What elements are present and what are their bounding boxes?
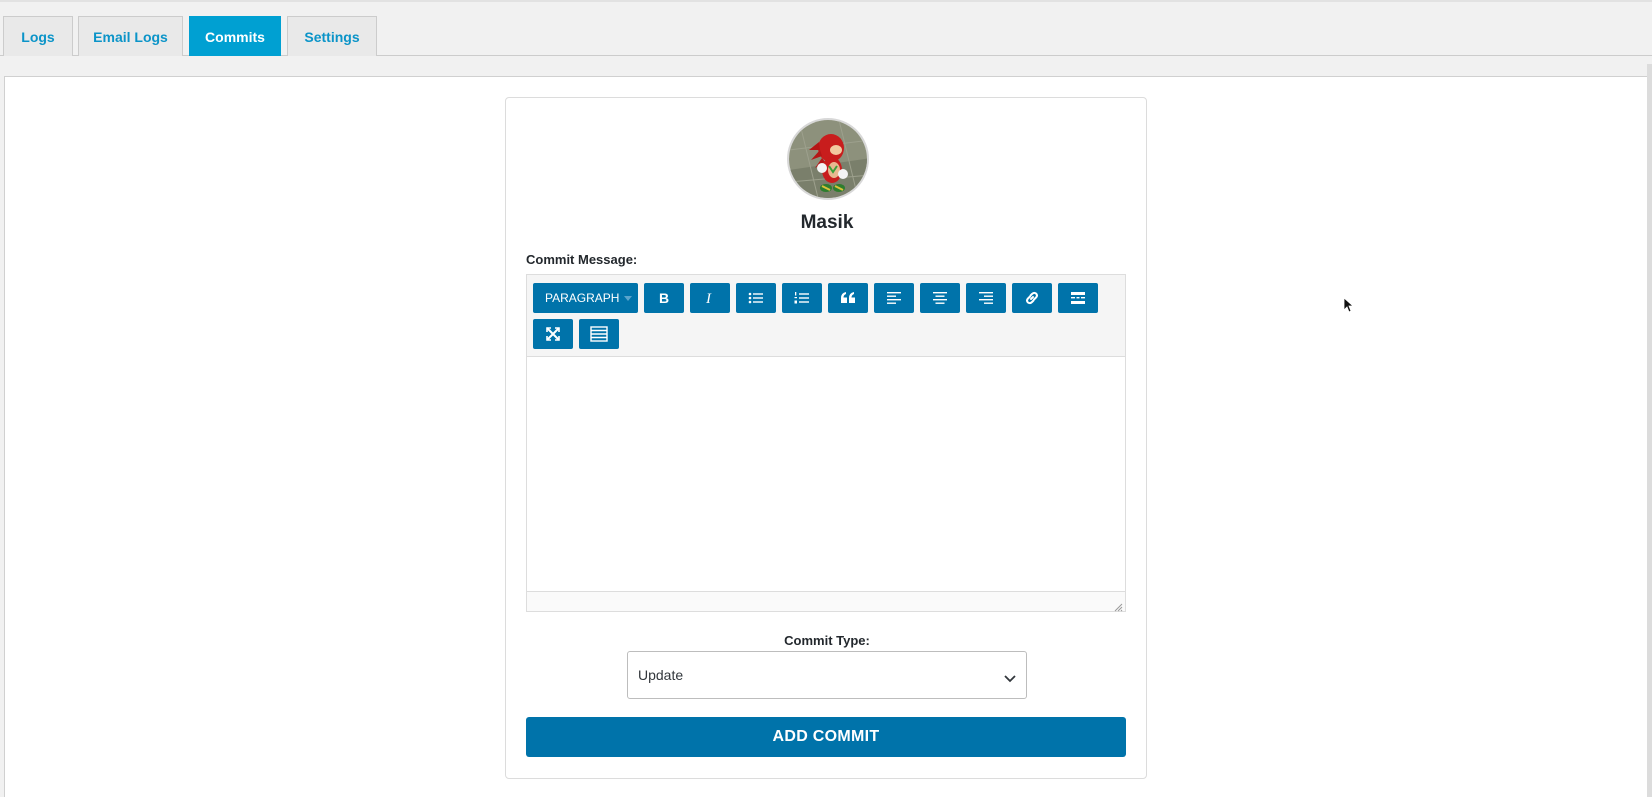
editor-toolbar: PARAGRAPH B I (527, 275, 1125, 357)
commit-type-select[interactable]: Update (627, 651, 1027, 699)
align-right-icon (978, 291, 994, 305)
read-more-icon (1070, 291, 1086, 305)
align-left-button[interactable] (874, 283, 914, 313)
bold-icon: B (657, 291, 671, 305)
tab-bar: Logs Email Logs Commits Settings (0, 16, 1652, 56)
avatar (787, 118, 869, 200)
fullscreen-button[interactable] (533, 319, 573, 349)
add-commit-button[interactable]: ADD COMMIT (526, 717, 1126, 757)
commit-type-label: Commit Type: (784, 633, 870, 648)
tab-settings[interactable]: Settings (287, 16, 377, 56)
editor-content-area[interactable] (527, 358, 1125, 591)
link-icon (1024, 290, 1040, 306)
bulleted-list-icon (748, 291, 764, 305)
username: Masik (800, 212, 854, 233)
blockquote-button[interactable] (828, 283, 868, 313)
svg-text:I: I (705, 291, 712, 305)
read-more-button[interactable] (1058, 283, 1098, 313)
bold-button[interactable]: B (644, 283, 684, 313)
fullscreen-icon (545, 326, 561, 342)
format-select[interactable]: PARAGRAPH (533, 283, 638, 313)
align-left-icon (886, 291, 902, 305)
format-select-label: PARAGRAPH (545, 291, 620, 305)
align-center-button[interactable] (920, 283, 960, 313)
italic-icon: I (703, 291, 717, 305)
commit-message-label: Commit Message: (526, 252, 638, 267)
mouse-cursor-icon (1343, 297, 1355, 318)
editor-statusbar (527, 591, 1125, 612)
avatar-image (789, 120, 867, 198)
italic-button[interactable]: I (690, 283, 730, 313)
toolbar-toggle-icon (590, 326, 608, 342)
numbered-list-icon (794, 291, 810, 305)
toolbar-toggle-button[interactable] (579, 319, 619, 349)
svg-text:B: B (659, 291, 669, 305)
align-right-button[interactable] (966, 283, 1006, 313)
numbered-list-button[interactable] (782, 283, 822, 313)
chevron-down-icon (624, 296, 632, 301)
chevron-down-icon (1004, 670, 1016, 686)
tab-logs[interactable]: Logs (3, 16, 73, 56)
commit-card: Masik Commit Message: PARAGRAPH B I Comm… (505, 97, 1147, 779)
rich-text-editor: PARAGRAPH B I (526, 274, 1126, 612)
tab-email-logs[interactable]: Email Logs (78, 16, 183, 56)
link-button[interactable] (1012, 283, 1052, 313)
align-center-icon (932, 291, 948, 305)
scrollbar[interactable] (1647, 64, 1652, 797)
top-edge (0, 0, 1652, 2)
resize-handle-icon[interactable] (1113, 599, 1123, 612)
blockquote-icon (840, 291, 856, 305)
commit-type-value: Update (638, 667, 684, 683)
bulleted-list-button[interactable] (736, 283, 776, 313)
tab-commits[interactable]: Commits (189, 16, 281, 56)
